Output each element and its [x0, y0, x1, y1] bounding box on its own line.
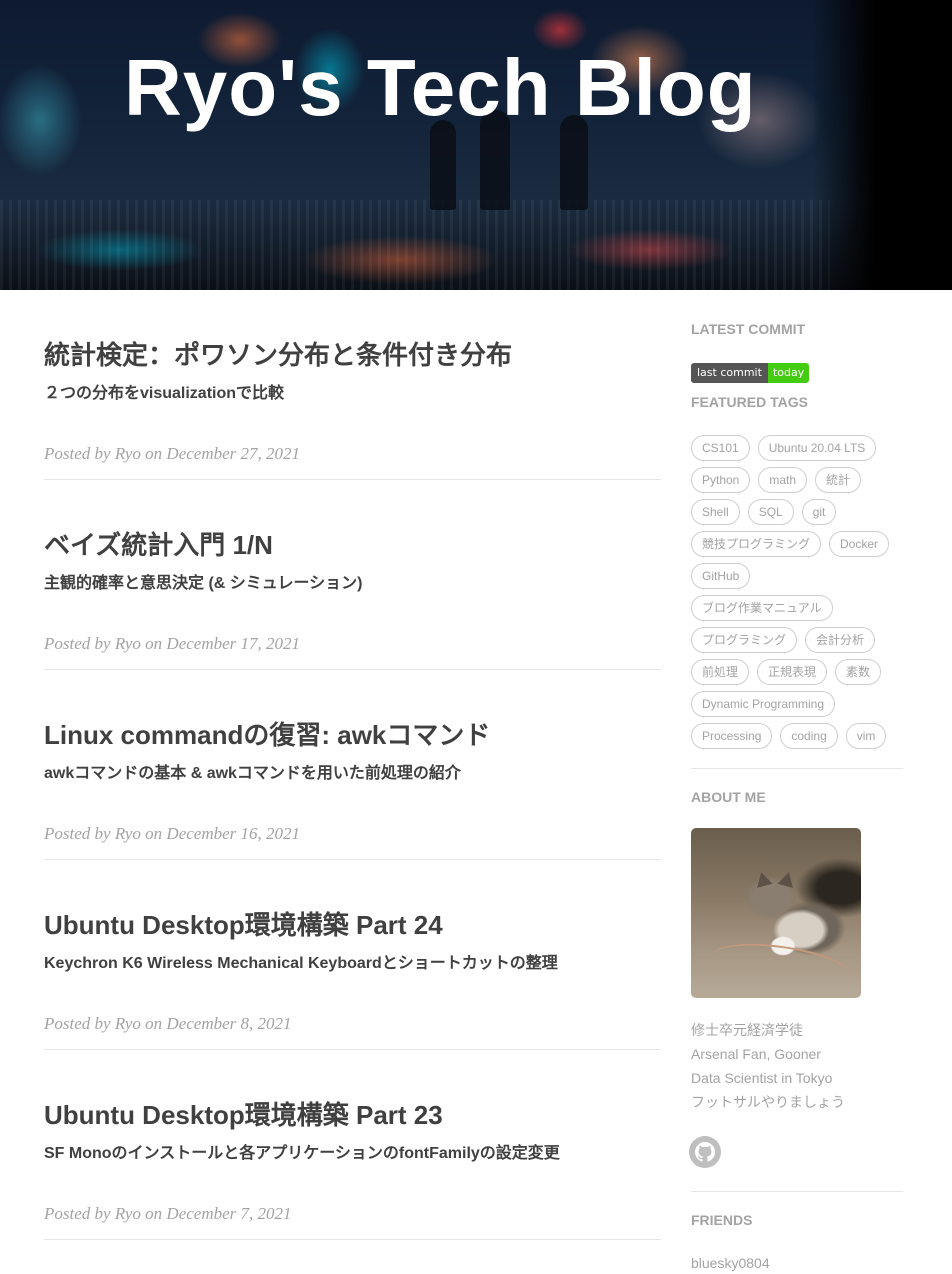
- post-title[interactable]: Ubuntu Desktop環境構築 Part 24: [44, 908, 443, 942]
- tag-link[interactable]: ブログ作業マニュアル: [691, 595, 833, 621]
- tag-link[interactable]: Shell: [691, 499, 740, 525]
- tag-link[interactable]: Processing: [691, 723, 773, 749]
- post-title[interactable]: 統計検定：ポワソン分布と条件付き分布: [44, 338, 512, 372]
- tag-link[interactable]: 競技プログラミング: [691, 531, 822, 557]
- tag-link[interactable]: CS101: [691, 435, 750, 461]
- tag-row: GitHub: [691, 560, 903, 592]
- tag-link[interactable]: vim: [845, 723, 887, 749]
- cat-ear: [753, 870, 773, 888]
- about-me-heading: ABOUT ME: [691, 789, 766, 805]
- post-meta: Posted by Ryo on December 8, 2021: [44, 1014, 292, 1033]
- divider: [691, 768, 903, 769]
- tag-link[interactable]: SQL: [747, 499, 794, 525]
- tag-link[interactable]: GitHub: [691, 563, 751, 589]
- tag-link[interactable]: Ubuntu 20.04 LTS: [757, 435, 877, 461]
- github-link[interactable]: [689, 1136, 721, 1168]
- tag-row: Dynamic Programming: [691, 688, 903, 720]
- tag-cloud: CS101 Ubuntu 20.04 LTS Python math 統計 Shell SQ…: [691, 432, 903, 752]
- tag-row: Shell SQL git: [691, 496, 903, 528]
- tag-row: CS101 Ubuntu 20.04 LTS: [691, 432, 903, 464]
- tag-link[interactable]: Dynamic Programming: [691, 691, 836, 717]
- tag-row: Python math 統計: [691, 464, 903, 496]
- post-title[interactable]: Ubuntu Desktop環境構築 Part 23: [44, 1098, 443, 1132]
- tag-link[interactable]: git: [801, 499, 837, 525]
- tag-link[interactable]: coding: [780, 723, 838, 749]
- tag-link[interactable]: Python: [691, 467, 751, 493]
- friends-heading: FRIENDS: [691, 1212, 753, 1228]
- post-preview[interactable]: Linux commandの復習: awkコマンド awkコマンドの基本 & a…: [44, 670, 661, 860]
- hero-dark-edge: [812, 0, 952, 290]
- badge-value: today: [767, 363, 810, 383]
- site-title[interactable]: Ryo's Tech Blog: [124, 42, 757, 134]
- street-reflection: [0, 200, 830, 290]
- tag-link[interactable]: 会計分析: [805, 627, 876, 653]
- friend-link[interactable]: bluesky0804: [691, 1254, 770, 1272]
- hero-banner: Ryo's Tech Blog: [0, 0, 952, 290]
- post-title[interactable]: Linux commandの復習: awkコマンド: [44, 718, 490, 752]
- post-meta: Posted by Ryo on December 16, 2021: [44, 824, 301, 843]
- tag-link[interactable]: プログラミング: [691, 627, 798, 653]
- post-meta: Posted by Ryo on December 27, 2021: [44, 444, 301, 463]
- post-list: 統計検定：ポワソン分布と条件付き分布 ２つの分布をvisualizationで比…: [44, 290, 661, 1240]
- post-preview[interactable]: Ubuntu Desktop環境構築 Part 23 SF Monoのインストー…: [44, 1050, 661, 1240]
- about-line: 修士卒元経済学徒: [691, 1022, 803, 1038]
- post-subtitle[interactable]: SF Monoのインストールと各アプリケーションのfontFamilyの設定変更: [44, 1143, 560, 1165]
- post-meta: Posted by Ryo on December 7, 2021: [44, 1204, 292, 1223]
- tag-row: Processing coding vim: [691, 720, 903, 752]
- tag-link[interactable]: 統計: [815, 467, 862, 493]
- tag-link[interactable]: 前処理: [691, 659, 750, 685]
- featured-tags-heading: FEATURED TAGS: [691, 394, 808, 410]
- post-subtitle[interactable]: 主観的確率と意思決定 (& シミュレーション): [44, 573, 362, 595]
- post-subtitle[interactable]: ２つの分布をvisualizationで比較: [44, 383, 284, 405]
- avatar: [691, 828, 861, 998]
- post-subtitle[interactable]: awkコマンドの基本 & awkコマンドを用いた前処理の紹介: [44, 763, 461, 785]
- github-icon: [695, 1142, 715, 1162]
- rope: [708, 936, 854, 996]
- latest-commit-heading: LATEST COMMIT: [691, 321, 806, 337]
- last-commit-badge[interactable]: last commit today: [691, 363, 810, 383]
- about-line: Data Scientist in Tokyo: [691, 1070, 833, 1086]
- tag-row: プログラミング 会計分析: [691, 624, 903, 656]
- post-preview[interactable]: 統計検定：ポワソン分布と条件付き分布 ２つの分布をvisualizationで比…: [44, 290, 661, 480]
- divider: [691, 1191, 903, 1192]
- tag-row: ブログ作業マニュアル: [691, 592, 903, 624]
- post-subtitle[interactable]: Keychron K6 Wireless Mechanical Keyboard…: [44, 953, 558, 975]
- tag-link[interactable]: Docker: [829, 531, 890, 557]
- cat-ear: [777, 870, 797, 888]
- tag-row: 競技プログラミング Docker: [691, 528, 903, 560]
- tag-link[interactable]: math: [758, 467, 808, 493]
- post-title[interactable]: ベイズ統計入門 1/N: [44, 528, 273, 562]
- post-preview[interactable]: Ubuntu Desktop環境構築 Part 24 Keychron K6 W…: [44, 860, 661, 1050]
- about-line: Arsenal Fan, Gooner: [691, 1046, 821, 1062]
- about-text: 修士卒元経済学徒 Arsenal Fan, Gooner Data Scient…: [691, 1018, 845, 1114]
- about-line: フットサルやりましょう: [691, 1094, 845, 1110]
- post-meta: Posted by Ryo on December 17, 2021: [44, 634, 301, 653]
- badge-label: last commit: [691, 363, 768, 383]
- tag-link[interactable]: 正規表現: [757, 659, 828, 685]
- tag-row: 前処理 正規表現 素数: [691, 656, 903, 688]
- post-preview[interactable]: ベイズ統計入門 1/N 主観的確率と意思決定 (& シミュレーション) Post…: [44, 480, 661, 670]
- tag-link[interactable]: 素数: [835, 659, 882, 685]
